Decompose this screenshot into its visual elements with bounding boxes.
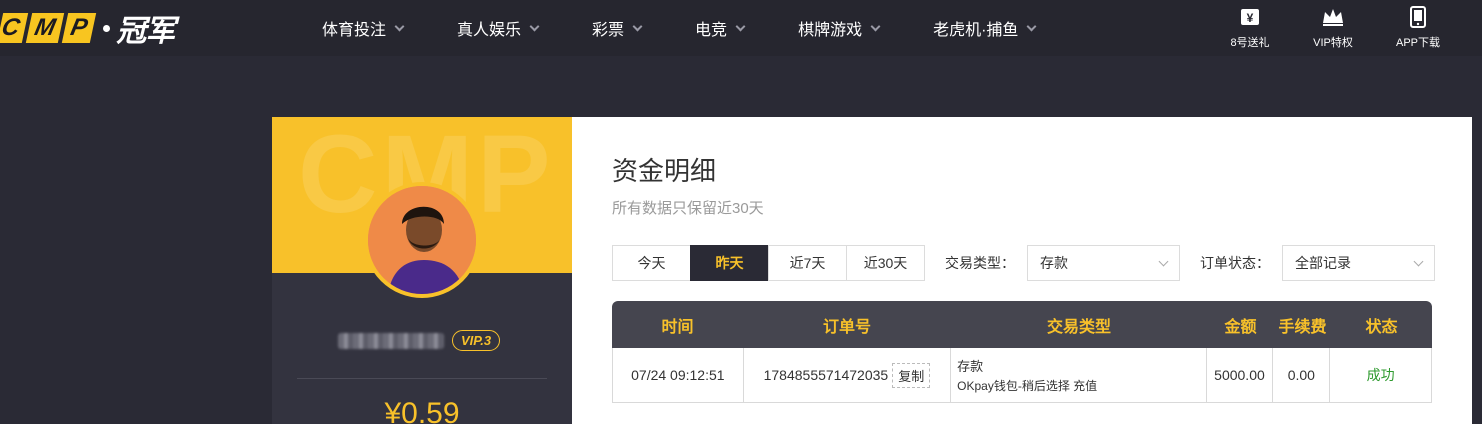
status-badge: 成功 bbox=[1366, 367, 1395, 383]
select-value: 存款 bbox=[1040, 255, 1068, 271]
vip-badge[interactable]: VIP.3 bbox=[452, 330, 501, 351]
table-row: 07/24 09:12:51 1784855571472035 复制 存款 OK… bbox=[612, 348, 1432, 403]
column-header-time: 时间 bbox=[661, 318, 694, 336]
main-nav: 体育投注 真人娱乐 彩票 电竞 棋牌游戏 老虎机·捕鱼 bbox=[322, 0, 1089, 56]
order-status-select[interactable]: 全部记录 bbox=[1282, 245, 1435, 281]
select-value: 全部记录 bbox=[1295, 255, 1351, 271]
nav-item-live-casino[interactable]: 真人娱乐 bbox=[457, 16, 540, 40]
brand-logo[interactable]: C M P 冠军 bbox=[0, 10, 175, 48]
copy-button[interactable]: 复制 bbox=[892, 362, 931, 388]
chevron-down-icon bbox=[735, 21, 746, 31]
phone-icon bbox=[1410, 6, 1426, 28]
logo-mark: C M P bbox=[0, 13, 97, 43]
column-header-fee: 手续费 bbox=[1278, 318, 1327, 336]
chevron-down-icon bbox=[632, 21, 643, 31]
username-row: VIP.3 bbox=[338, 330, 501, 351]
nav-item-esports[interactable]: 电竞 bbox=[695, 16, 746, 40]
order-status-label: 订单状态： bbox=[1200, 255, 1270, 271]
cell-fee: 0.00 bbox=[1273, 348, 1331, 402]
order-number: 1784855571472035 bbox=[763, 367, 889, 383]
logo-dot bbox=[103, 24, 111, 32]
chevron-down-icon bbox=[394, 21, 405, 31]
nav-item-lottery[interactable]: 彩票 bbox=[592, 16, 643, 40]
column-header-status: 状态 bbox=[1365, 318, 1398, 336]
nav-item-label: 电竞 bbox=[695, 22, 728, 39]
fund-details-panel: 资金明细 所有数据只保留近30天 今天 昨天 近7天 近30天 交易类型： 存款… bbox=[572, 117, 1472, 424]
date-range-7-days[interactable]: 近7天 bbox=[768, 245, 847, 281]
page-subtitle: 所有数据只保留近30天 bbox=[612, 200, 764, 217]
gift-icon: ¥ bbox=[1240, 6, 1260, 28]
chevron-down-icon bbox=[1158, 256, 1169, 267]
chevron-down-icon bbox=[1026, 21, 1037, 31]
logo-letter: M bbox=[26, 13, 65, 43]
cell-status: 成功 bbox=[1330, 348, 1431, 402]
nav-item-slots-fishing[interactable]: 老虎机·捕鱼 bbox=[933, 16, 1037, 40]
logo-letter: C bbox=[0, 13, 29, 43]
type-detail: OKpay钱包-稍后选择 充值 bbox=[957, 379, 1098, 393]
quick-link-label: APP下载 bbox=[1395, 37, 1440, 49]
quick-link-gift[interactable]: ¥ 8号送礼 bbox=[1215, 6, 1285, 50]
date-range-today[interactable]: 今天 bbox=[612, 245, 691, 281]
column-header-type: 交易类型 bbox=[1046, 318, 1111, 336]
nav-item-sports[interactable]: 体育投注 bbox=[322, 16, 405, 40]
nav-item-label: 彩票 bbox=[592, 22, 625, 39]
chevron-down-icon bbox=[529, 21, 540, 31]
nav-item-card-games[interactable]: 棋牌游戏 bbox=[798, 16, 881, 40]
table-header: 时间 订单号 交易类型 金额 手续费 状态 bbox=[612, 301, 1432, 348]
transactions-table: 时间 订单号 交易类型 金额 手续费 状态 07/24 09:12:51 178… bbox=[612, 301, 1432, 403]
profile-card: CMP VIP.3 ¥0.59 bbox=[272, 117, 572, 424]
column-header-amount: 金额 bbox=[1224, 318, 1257, 336]
svg-text:¥: ¥ bbox=[1247, 11, 1254, 25]
nav-item-label: 老虎机·捕鱼 bbox=[933, 22, 1019, 39]
quick-link-label: VIP特权 bbox=[1313, 37, 1353, 49]
divider bbox=[297, 378, 547, 379]
quick-link-label: 8号送礼 bbox=[1230, 37, 1270, 49]
crown-icon bbox=[1321, 6, 1345, 28]
date-range-30-days[interactable]: 近30天 bbox=[846, 245, 925, 281]
cell-order-no: 1784855571472035 复制 bbox=[744, 348, 952, 402]
chevron-down-icon bbox=[870, 21, 881, 31]
date-range-selector: 今天 昨天 近7天 近30天 bbox=[612, 245, 925, 281]
account-balance: ¥0.59 bbox=[384, 397, 460, 424]
transaction-type-label: 交易类型： bbox=[945, 255, 1015, 271]
transaction-type-select[interactable]: 存款 bbox=[1027, 245, 1180, 281]
filter-bar: 今天 昨天 近7天 近30天 交易类型： 存款 订单状态： 全部记录 bbox=[612, 245, 1435, 281]
chevron-down-icon bbox=[1413, 256, 1424, 267]
nav-item-label: 真人娱乐 bbox=[457, 22, 522, 39]
column-header-order-no: 订单号 bbox=[822, 318, 871, 336]
quick-link-vip[interactable]: VIP特权 bbox=[1298, 6, 1368, 50]
quick-link-app[interactable]: APP下载 bbox=[1383, 6, 1453, 50]
cell-amount: 5000.00 bbox=[1207, 348, 1274, 402]
date-range-yesterday[interactable]: 昨天 bbox=[690, 245, 769, 281]
top-navigation-bar: C M P 冠军 体育投注 真人娱乐 彩票 电竞 棋牌游戏 老虎机·捕鱼 ¥ 8… bbox=[0, 0, 1482, 56]
nav-item-label: 棋牌游戏 bbox=[798, 22, 863, 39]
logo-text: 冠军 bbox=[116, 15, 175, 48]
cell-time: 07/24 09:12:51 bbox=[613, 348, 744, 402]
avatar[interactable] bbox=[364, 182, 480, 298]
type-main: 存款 bbox=[957, 359, 984, 374]
page-title: 资金明细 bbox=[612, 156, 717, 186]
nav-item-label: 体育投注 bbox=[322, 22, 387, 39]
logo-letter: P bbox=[62, 13, 97, 43]
username-blurred bbox=[338, 332, 444, 349]
cell-type: 存款 OKpay钱包-稍后选择 充值 bbox=[951, 348, 1207, 402]
